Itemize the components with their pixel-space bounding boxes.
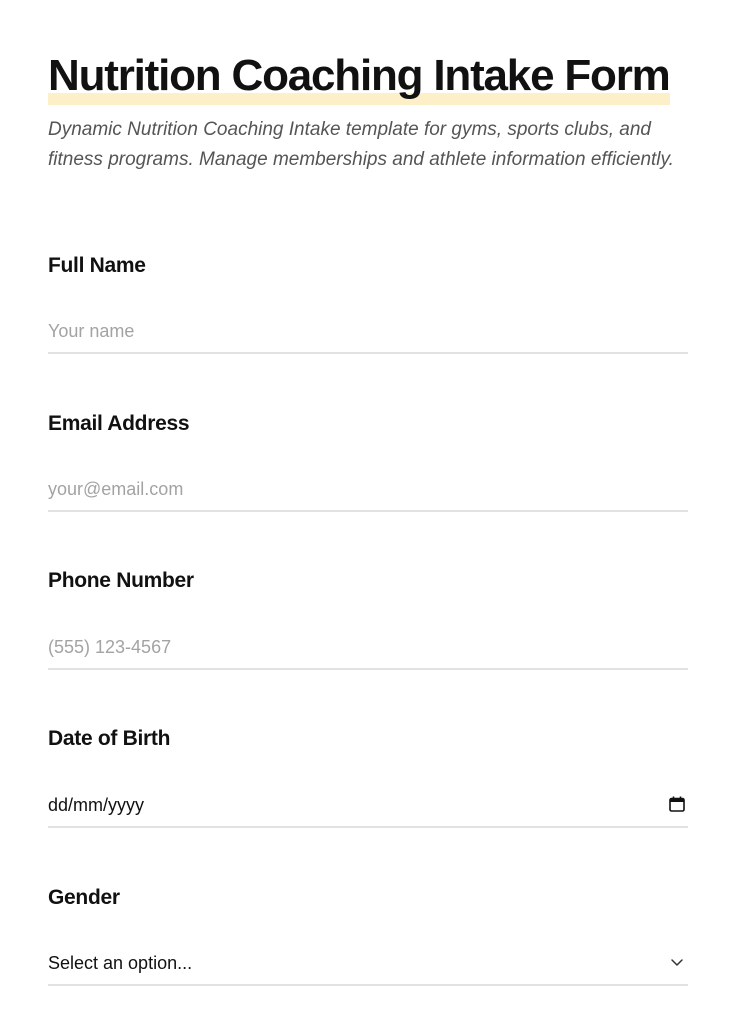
date-of-birth-field[interactable]: dd/mm/yyyy <box>48 784 688 828</box>
date-of-birth-label: Date of Birth <box>48 727 171 750</box>
full-name-field[interactable]: Your name <box>48 310 688 354</box>
title-block: Nutrition Coaching Intake Form <box>48 50 671 105</box>
intake-form-page: Nutrition Coaching Intake Form Dynamic N… <box>0 0 736 1024</box>
calendar-icon[interactable] <box>668 795 686 813</box>
phone-label: Phone Number <box>48 569 194 592</box>
email-field[interactable]: your@email.com <box>48 468 688 512</box>
full-name-group: Full Name Your name <box>48 252 688 354</box>
gender-selected-value: Select an option... <box>48 953 193 973</box>
email-group: Email Address your@email.com <box>48 410 688 512</box>
date-of-birth-value: dd/mm/yyyy <box>48 795 145 815</box>
gender-group: Gender Select an option... <box>48 884 688 986</box>
page-title: Nutrition Coaching Intake Form <box>48 51 671 100</box>
phone-group: Phone Number (555) 123-4567 <box>48 567 688 670</box>
full-name-label: Full Name <box>48 254 146 277</box>
date-of-birth-group: Date of Birth dd/mm/yyyy <box>48 725 688 828</box>
full-name-placeholder: Your name <box>48 321 135 341</box>
gender-select[interactable]: Select an option... <box>48 942 688 986</box>
email-placeholder: your@email.com <box>48 479 184 499</box>
email-label: Email Address <box>48 412 190 435</box>
gender-label: Gender <box>48 886 120 909</box>
form-description: Dynamic Nutrition Coaching Intake templa… <box>48 119 674 170</box>
chevron-down-icon[interactable] <box>668 953 686 971</box>
phone-placeholder: (555) 123-4567 <box>48 637 172 657</box>
phone-field[interactable]: (555) 123-4567 <box>48 626 688 670</box>
